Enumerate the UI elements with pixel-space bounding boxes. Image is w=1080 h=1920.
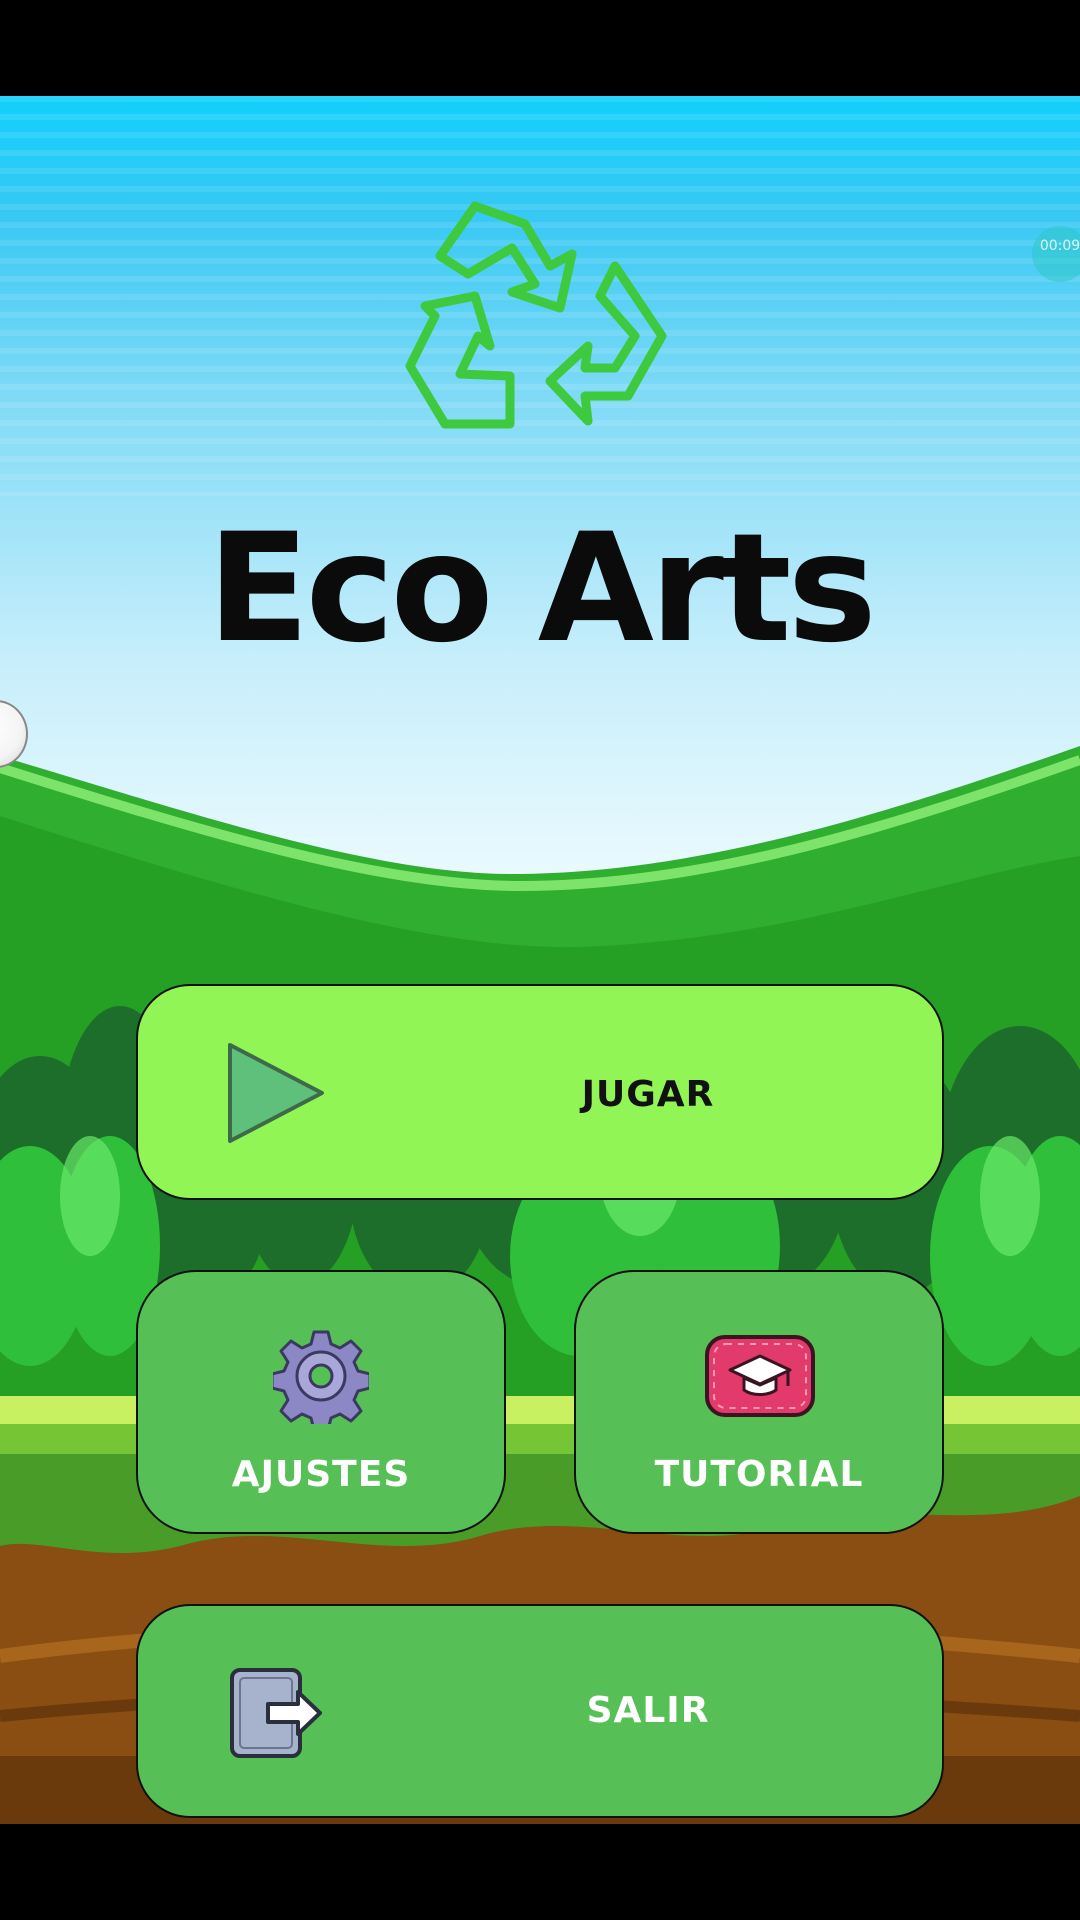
timer-badge: 00:09	[1032, 226, 1080, 282]
graduation-cap-icon	[705, 1335, 815, 1417]
gear-icon	[273, 1330, 369, 1424]
exit-button[interactable]: SALIR	[136, 1604, 944, 1818]
settings-button[interactable]: AJUSTES	[136, 1270, 506, 1534]
game-screen: Eco Arts 00:09 JUGAR AJUSTES TUTORIAL SA…	[0, 96, 1080, 1824]
exit-label: SALIR	[586, 1690, 710, 1731]
play-label: JUGAR	[581, 1074, 715, 1115]
game-title: Eco Arts	[207, 502, 877, 676]
exit-door-icon	[230, 1668, 322, 1758]
play-button[interactable]: JUGAR	[136, 984, 944, 1200]
tutorial-button[interactable]: TUTORIAL	[574, 1270, 944, 1534]
recycle-icon	[405, 201, 667, 429]
settings-label: AJUSTES	[231, 1454, 411, 1495]
play-icon	[228, 1043, 324, 1143]
tutorial-label: TUTORIAL	[654, 1454, 864, 1495]
